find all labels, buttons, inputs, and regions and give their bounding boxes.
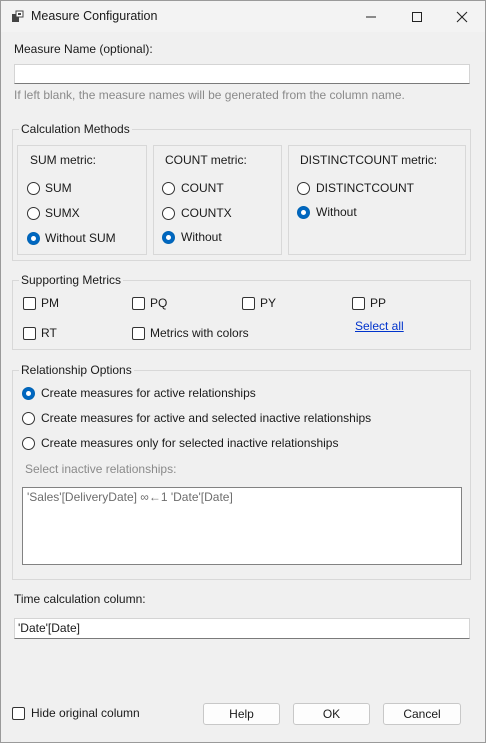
radio-button-selected[interactable] (27, 232, 40, 245)
measure-name-hint: If left blank, the measure names will be… (14, 88, 405, 102)
radio-button[interactable] (162, 207, 175, 220)
minimize-button[interactable] (348, 1, 394, 32)
radio-button[interactable] (162, 182, 175, 195)
count-option-label: COUNTX (181, 206, 232, 220)
checkbox-box[interactable] (12, 707, 25, 720)
checkbox-label: RT (41, 326, 57, 340)
maximize-button[interactable] (394, 1, 440, 32)
time-calc-input[interactable]: 'Date'[Date] (14, 618, 470, 639)
checkbox-label: PY (260, 296, 277, 310)
relationship-option-label: Create measures only for selected inacti… (41, 436, 339, 450)
checkbox-label: PP (370, 296, 387, 310)
distinctcount-option-label: Without (316, 205, 357, 219)
sum-metric-title: SUM metric: (30, 153, 96, 167)
minimize-icon (366, 16, 376, 17)
time-calc-label: Time calculation column: (14, 592, 146, 606)
inactive-relationships-list[interactable]: 'Sales'[DeliveryDate] ∞←1 'Date'[Date] (22, 487, 462, 565)
sum-option-label: SUMX (45, 206, 80, 220)
app-icon (12, 10, 24, 22)
checkbox-box[interactable] (132, 297, 145, 310)
relationship-option-label: Create measures for active and selected … (41, 411, 372, 425)
measure-name-input[interactable] (14, 64, 470, 84)
count-option-label: COUNT (181, 181, 224, 195)
radio-button-selected[interactable] (297, 206, 310, 219)
sum-option-label: Without SUM (45, 231, 116, 245)
checkbox-label: Metrics with colors (150, 326, 249, 340)
distinctcount-option-label: DISTINCTCOUNT (316, 181, 414, 195)
maximize-icon (412, 11, 422, 22)
radio-button[interactable] (297, 182, 310, 195)
radio-button[interactable] (22, 437, 35, 450)
title-bar: Measure Configuration (1, 1, 485, 32)
relationship-options-title: Relationship Options (19, 363, 134, 377)
relationship-option-label: Create measures for active relationships (41, 386, 256, 400)
count-metric-title: COUNT metric: (165, 153, 247, 167)
radio-button[interactable] (27, 182, 40, 195)
checkbox-box[interactable] (242, 297, 255, 310)
measure-configuration-dialog: Measure Configuration Measure Name (opti… (0, 0, 486, 743)
checkbox-label: PM (41, 296, 59, 310)
list-item[interactable]: 'Sales'[DeliveryDate] ∞←1 'Date'[Date] (27, 490, 457, 504)
checkbox-box[interactable] (352, 297, 365, 310)
radio-button-selected[interactable] (162, 231, 175, 244)
measure-name-label: Measure Name (optional): (14, 42, 153, 56)
cancel-button[interactable]: Cancel (383, 703, 461, 725)
count-option-label: Without (181, 230, 222, 244)
close-button[interactable] (439, 1, 485, 32)
distinctcount-metric-title: DISTINCTCOUNT metric: (300, 153, 438, 167)
radio-button[interactable] (27, 207, 40, 220)
checkbox-box[interactable] (23, 297, 36, 310)
inactive-relationships-label: Select inactive relationships: (25, 462, 177, 476)
radio-button-selected[interactable] (22, 387, 35, 400)
close-icon (456, 11, 468, 22)
checkbox-label: PQ (150, 296, 168, 310)
help-button[interactable]: Help (203, 703, 280, 725)
checkbox-box[interactable] (132, 327, 145, 340)
ok-button[interactable]: OK (293, 703, 370, 725)
calculation-methods-title: Calculation Methods (19, 122, 132, 136)
sum-option-label: SUM (45, 181, 72, 195)
checkbox-box[interactable] (23, 327, 36, 340)
supporting-metrics-title: Supporting Metrics (19, 273, 124, 287)
window-title: Measure Configuration (31, 9, 158, 23)
checkbox-label: Hide original column (31, 706, 140, 720)
radio-button[interactable] (22, 412, 35, 425)
select-all-link[interactable]: Select all (355, 319, 404, 333)
